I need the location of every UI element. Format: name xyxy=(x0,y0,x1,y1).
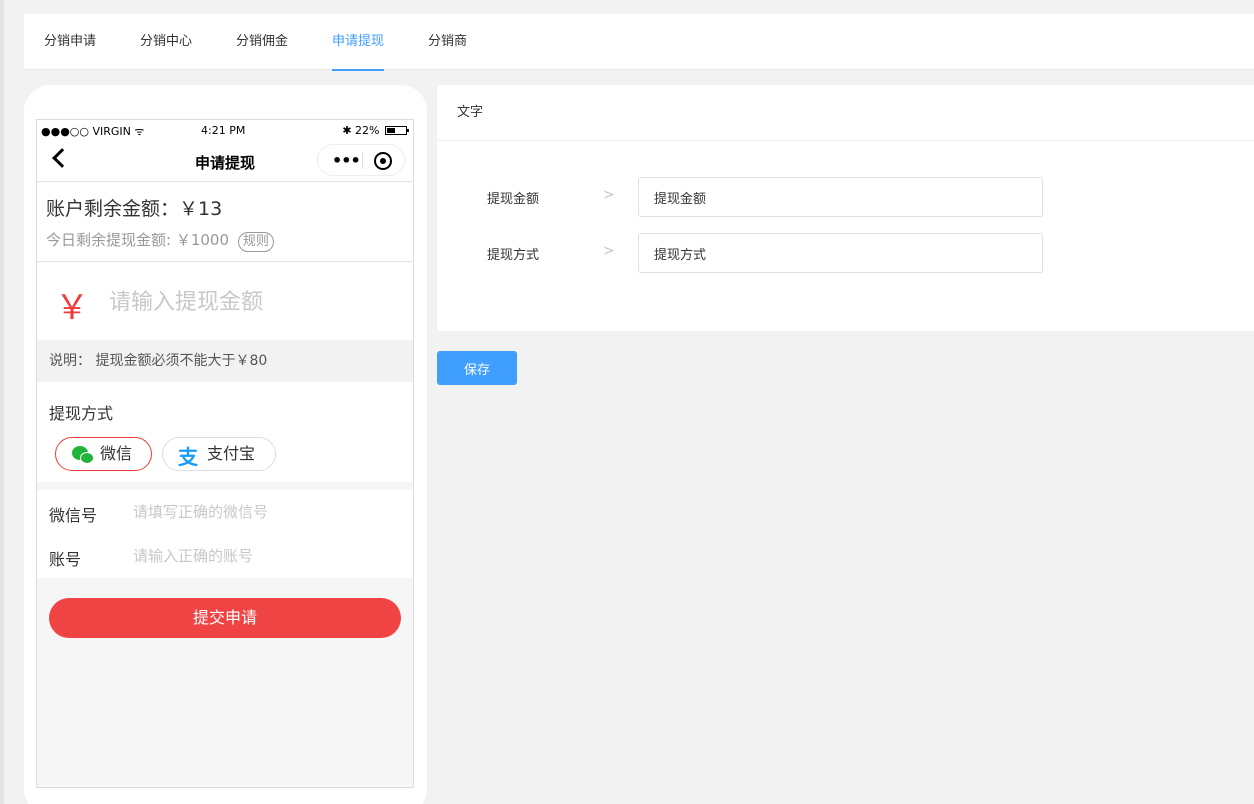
config-amount-label: 提现金额 xyxy=(487,192,540,207)
status-bar: ●●●○○ VIRGIN ᯤ 4:21 PM ✱ 22% xyxy=(37,120,413,142)
capsule-divider xyxy=(362,153,363,169)
note-section: 说明： 提现金额必须不能大于￥80 xyxy=(37,340,413,382)
text-config-panel: 文字 提现金额 > 提现方式 > xyxy=(437,85,1254,331)
config-row-method: 提现方式 > xyxy=(437,233,1254,273)
close-target-icon[interactable] xyxy=(374,152,392,170)
tab-distribution-center[interactable]: 分销中心 xyxy=(140,14,192,70)
battery-icon xyxy=(385,126,409,135)
wechat-id-label: 微信号 xyxy=(49,506,98,525)
account-input[interactable] xyxy=(133,542,393,570)
config-method-input[interactable] xyxy=(638,233,1043,273)
withdraw-amount-input[interactable] xyxy=(109,284,399,320)
capsule-menu: ••• xyxy=(317,144,405,176)
chevron-right-icon: > xyxy=(603,243,615,259)
account-fields: 微信号 账号 xyxy=(37,490,413,578)
wechat-label: 微信 xyxy=(100,444,133,463)
tab-distribution-commission[interactable]: 分销佣金 xyxy=(236,14,288,70)
balance-label: 账户剩余金额： xyxy=(46,198,180,220)
alipay-option[interactable]: 支 支付宝 xyxy=(162,437,276,471)
note-label: 说明： xyxy=(49,353,91,369)
battery-percent: 22% xyxy=(355,124,380,137)
wechat-option[interactable]: 微信 xyxy=(55,437,152,471)
tab-apply-withdrawal[interactable]: 申请提现 xyxy=(332,14,385,71)
account-label: 账号 xyxy=(49,550,82,569)
config-method-label: 提现方式 xyxy=(487,248,540,263)
wechat-id-input[interactable] xyxy=(133,498,393,526)
alipay-icon: 支 xyxy=(178,445,198,469)
rule-badge[interactable]: 规则 xyxy=(237,232,274,252)
config-row-amount: 提现金额 > xyxy=(437,177,1254,217)
method-title: 提现方式 xyxy=(49,404,114,423)
note-text: 提现金额必须不能大于￥80 xyxy=(95,353,268,369)
tab-distributors[interactable]: 分销商 xyxy=(428,14,467,70)
wifi-icon: ᯤ xyxy=(134,125,145,138)
account-row: 账号 xyxy=(37,534,413,578)
amount-section: ￥ xyxy=(37,262,413,340)
today-remaining: 今日剩余提现金额: ￥1000 规则 xyxy=(46,229,274,252)
left-edge-divider xyxy=(0,0,4,804)
today-label: 今日剩余提现金额: xyxy=(46,231,172,249)
submit-application-button[interactable]: 提交申请 xyxy=(49,598,401,638)
yuan-icon: ￥ xyxy=(55,288,89,328)
config-header: 文字 xyxy=(437,85,1254,141)
account-balance: 账户剩余金额：￥13 xyxy=(46,194,222,221)
mini-program-navbar: 申请提现 ••• xyxy=(37,142,413,182)
wechat-icon xyxy=(72,446,94,464)
config-amount-input[interactable] xyxy=(638,177,1043,217)
more-dots-icon[interactable]: ••• xyxy=(332,151,361,170)
tab-bar: 分销申请 分销中心 分销佣金 申请提现 分销商 xyxy=(24,14,1254,71)
tab-distribution-apply[interactable]: 分销申请 xyxy=(44,14,96,70)
status-time: 4:21 PM xyxy=(201,124,246,137)
carrier-label: ●●●○○ VIRGIN xyxy=(41,125,131,138)
phone-screen: ●●●○○ VIRGIN ᯤ 4:21 PM ✱ 22% 申请提现 ••• 账户… xyxy=(36,119,414,788)
alipay-label: 支付宝 xyxy=(207,444,256,463)
bluetooth-icon: ✱ xyxy=(342,124,352,137)
balance-value: ￥13 xyxy=(179,198,223,220)
method-section: 提现方式 微信 支 支付宝 xyxy=(37,382,413,482)
phone-preview: ●●●○○ VIRGIN ᯤ 4:21 PM ✱ 22% 申请提现 ••• 账户… xyxy=(24,85,427,804)
wechat-id-row: 微信号 xyxy=(37,490,413,534)
chevron-right-icon: > xyxy=(603,187,615,203)
save-button[interactable]: 保存 xyxy=(437,351,517,385)
balance-section: 账户剩余金额：￥13 今日剩余提现金额: ￥1000 规则 xyxy=(37,182,413,262)
today-value: ￥1000 xyxy=(175,231,230,249)
